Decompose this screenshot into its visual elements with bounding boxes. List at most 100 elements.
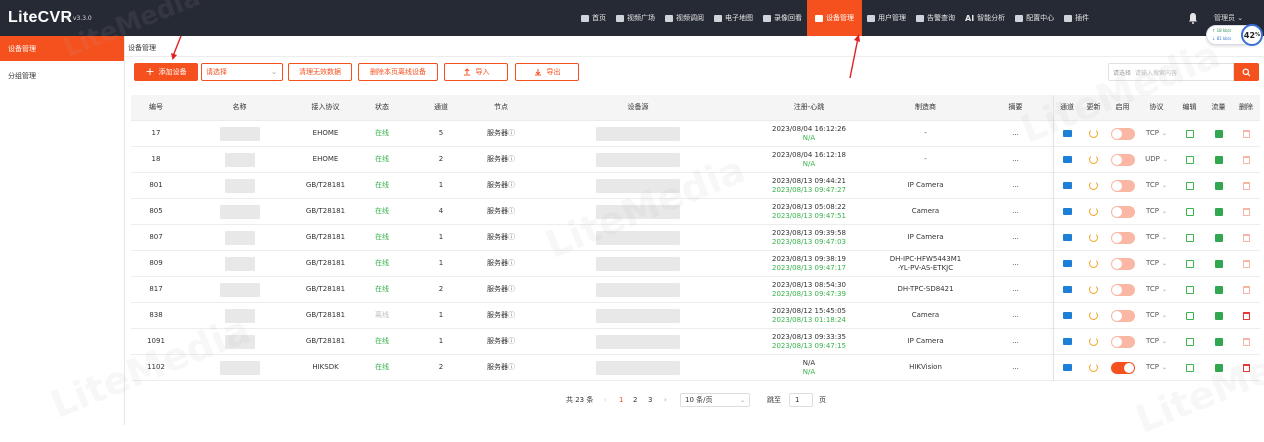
cell-edit[interactable] <box>1174 277 1205 302</box>
enable-toggle[interactable] <box>1110 231 1135 244</box>
import-button[interactable]: 导入 <box>444 63 508 81</box>
cell-delete[interactable] <box>1232 329 1260 354</box>
nav-item-alarm[interactable]: 告警查询 <box>911 0 960 36</box>
trash-icon[interactable] <box>1242 311 1250 320</box>
trash-icon[interactable] <box>1242 337 1250 346</box>
cell-proto[interactable]: UDP ⌄ <box>1139 147 1174 172</box>
cell-traffic[interactable] <box>1205 121 1232 146</box>
cell-enable[interactable] <box>1106 251 1139 276</box>
cell-edit[interactable] <box>1174 225 1205 250</box>
cell-enable[interactable] <box>1106 121 1139 146</box>
protocol-select[interactable]: TCP ⌄ <box>1146 311 1167 320</box>
bell-icon[interactable] <box>1188 12 1198 24</box>
search-scope-select[interactable]: 请选择 <box>1113 68 1131 77</box>
cell-channel-op[interactable] <box>1053 303 1081 328</box>
cell-delete[interactable] <box>1232 277 1260 302</box>
export-button[interactable]: 导出 <box>515 63 579 81</box>
folder-icon[interactable] <box>1062 364 1072 371</box>
cell-proto[interactable]: TCP ⌄ <box>1139 173 1174 198</box>
trash-icon[interactable] <box>1242 233 1250 242</box>
refresh-icon[interactable] <box>1089 233 1098 242</box>
info-icon[interactable]: ⓘ <box>508 155 515 164</box>
user-menu[interactable]: 管理员 ⌄ <box>1214 13 1243 23</box>
cell-delete[interactable] <box>1232 199 1260 224</box>
cell-enable[interactable] <box>1106 173 1139 198</box>
enable-toggle[interactable] <box>1110 283 1135 296</box>
info-icon[interactable]: ⓘ <box>508 181 515 190</box>
folder-icon[interactable] <box>1062 260 1072 267</box>
traffic-icon[interactable] <box>1214 337 1223 346</box>
nav-item-user[interactable]: 用户管理 <box>862 0 911 36</box>
edit-icon[interactable] <box>1185 337 1194 346</box>
protocol-select[interactable]: TCP ⌄ <box>1146 363 1167 372</box>
cell-channel-op[interactable] <box>1053 147 1081 172</box>
cell-proto[interactable]: TCP ⌄ <box>1139 355 1174 380</box>
cell-proto[interactable]: TCP ⌄ <box>1139 225 1174 250</box>
info-icon[interactable]: ⓘ <box>508 259 515 268</box>
protocol-select[interactable]: TCP ⌄ <box>1146 233 1167 242</box>
cell-edit[interactable] <box>1174 251 1205 276</box>
cell-edit[interactable] <box>1174 147 1205 172</box>
nav-item-play[interactable]: 视频广场 <box>611 0 660 36</box>
cell-edit[interactable] <box>1174 355 1205 380</box>
nav-item-ai[interactable]: AI 智能分析 <box>960 0 1010 36</box>
cell-delete[interactable] <box>1232 303 1260 328</box>
table-row[interactable]: 17 EHOME 在线 5 服务器 ⓘ 2023/08/04 16:12:26 N/A -..… <box>131 121 1260 147</box>
cell-channel-op[interactable] <box>1053 251 1081 276</box>
cell-edit[interactable] <box>1174 173 1205 198</box>
refresh-icon[interactable] <box>1089 259 1098 268</box>
cell-traffic[interactable] <box>1205 147 1232 172</box>
cell-update[interactable] <box>1081 173 1106 198</box>
refresh-icon[interactable] <box>1089 207 1098 216</box>
table-row[interactable]: 801 GB/T28181 在线 1 服务器 ⓘ 2023/08/13 09:44:21 2… <box>131 173 1260 199</box>
table-row[interactable]: 807 GB/T28181 在线 1 服务器 ⓘ 2023/08/13 09:39:58 2… <box>131 225 1260 251</box>
cell-edit[interactable] <box>1174 329 1205 354</box>
cell-delete[interactable] <box>1232 251 1260 276</box>
cell-traffic[interactable] <box>1205 173 1232 198</box>
protocol-select[interactable]: TCP ⌄ <box>1146 285 1167 294</box>
table-row[interactable]: 1102 HIKSDK 在线 2 服务器 ⓘ N/A N/A HIKVision... TCP ⌄ <box>131 355 1260 381</box>
page-size-select[interactable]: 10 条/页 ⌄ <box>680 393 750 407</box>
table-row[interactable]: 838 GB/T28181 离线 1 服务器 ⓘ 2023/08/12 15:45:05 2… <box>131 303 1260 329</box>
enable-toggle[interactable] <box>1110 309 1135 322</box>
cell-edit[interactable] <box>1174 303 1205 328</box>
cell-proto[interactable]: TCP ⌄ <box>1139 199 1174 224</box>
traffic-icon[interactable] <box>1214 181 1223 190</box>
folder-icon[interactable] <box>1062 234 1072 241</box>
cell-delete[interactable] <box>1232 173 1260 198</box>
cell-edit[interactable] <box>1174 121 1205 146</box>
cell-traffic[interactable] <box>1205 303 1232 328</box>
cell-enable[interactable] <box>1106 303 1139 328</box>
cell-update[interactable] <box>1081 251 1106 276</box>
trash-icon[interactable] <box>1242 363 1250 372</box>
table-row[interactable]: 817 GB/T28181 在线 2 服务器 ⓘ 2023/08/13 08:54:30 2… <box>131 277 1260 303</box>
clear-invalid-button[interactable]: 清理无效数据 <box>288 63 352 81</box>
edit-icon[interactable] <box>1185 233 1194 242</box>
trash-icon[interactable] <box>1242 129 1250 138</box>
traffic-icon[interactable] <box>1214 129 1223 138</box>
enable-toggle[interactable] <box>1110 127 1135 140</box>
traffic-icon[interactable] <box>1214 155 1223 164</box>
cell-edit[interactable] <box>1174 199 1205 224</box>
cell-enable[interactable] <box>1106 329 1139 354</box>
nav-item-home[interactable]: 首页 <box>576 0 611 36</box>
cell-delete[interactable] <box>1232 355 1260 380</box>
sidebar-item-group-management[interactable]: 分组管理 <box>0 63 124 88</box>
cell-update[interactable] <box>1081 147 1106 172</box>
cell-traffic[interactable] <box>1205 225 1232 250</box>
traffic-icon[interactable] <box>1214 311 1223 320</box>
search-button[interactable] <box>1234 63 1259 81</box>
edit-icon[interactable] <box>1185 181 1194 190</box>
edit-icon[interactable] <box>1185 363 1194 372</box>
protocol-select[interactable]: TCP ⌄ <box>1146 181 1167 190</box>
enable-toggle[interactable] <box>1110 257 1135 270</box>
cell-enable[interactable] <box>1106 355 1139 380</box>
folder-icon[interactable] <box>1062 312 1072 319</box>
refresh-icon[interactable] <box>1089 363 1098 372</box>
cell-update[interactable] <box>1081 199 1106 224</box>
cell-delete[interactable] <box>1232 121 1260 146</box>
edit-icon[interactable] <box>1185 129 1194 138</box>
refresh-icon[interactable] <box>1089 129 1098 138</box>
trash-icon[interactable] <box>1242 181 1250 190</box>
sidebar-item-device-management[interactable]: 设备管理 <box>0 36 124 61</box>
